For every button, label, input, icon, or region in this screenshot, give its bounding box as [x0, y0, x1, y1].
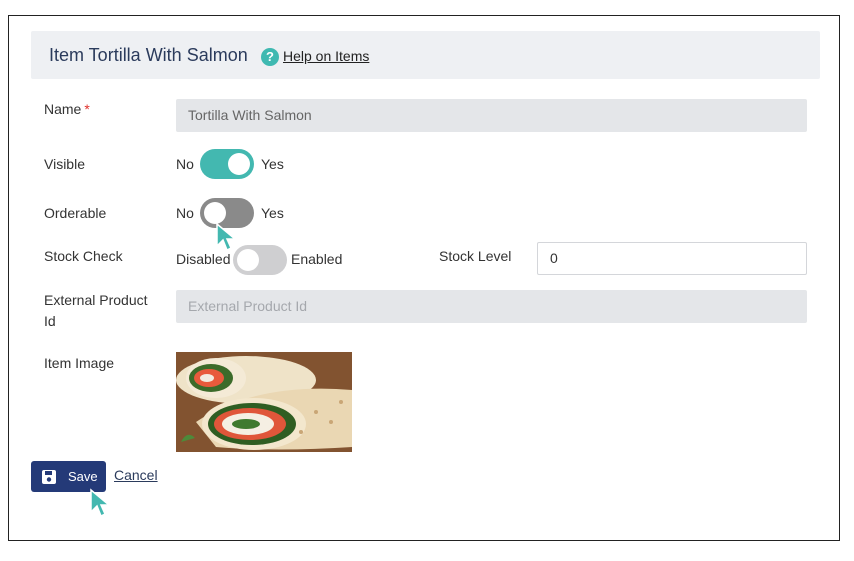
stock-check-on-text: Enabled: [291, 251, 343, 267]
toggle-knob: [228, 153, 250, 175]
name-label: Name *: [44, 101, 90, 117]
tortilla-wrap-photo: [176, 352, 352, 452]
item-image-label: Item Image: [44, 355, 115, 371]
visible-on-text: Yes: [261, 156, 284, 172]
external-product-id-field[interactable]: External Product Id: [176, 290, 807, 323]
item-edit-panel: [8, 15, 840, 541]
toggle-knob: [204, 202, 226, 224]
orderable-off-text: No: [176, 205, 194, 221]
help-on-items-link[interactable]: Help on Items: [283, 48, 369, 64]
name-field[interactable]: Tortilla With Salmon: [176, 99, 807, 132]
name-label-text: Name: [44, 101, 82, 117]
stock-check-toggle[interactable]: [233, 245, 287, 275]
page-header: Item Tortilla With Salmon ? Help on Item…: [31, 31, 820, 79]
mouse-cursor-icon: [90, 488, 112, 518]
cancel-link[interactable]: Cancel: [114, 467, 158, 483]
external-product-id-label: External Product: [44, 292, 148, 308]
page-title: Item Tortilla With Salmon: [49, 45, 248, 65]
stock-check-label: Stock Check: [44, 248, 123, 264]
mouse-cursor-icon: [216, 222, 238, 252]
floppy-disk-icon: [42, 470, 56, 484]
required-asterisk: *: [84, 101, 90, 117]
save-label: Save: [68, 469, 98, 484]
stock-level-label: Stock Level: [439, 248, 512, 264]
visible-off-text: No: [176, 156, 194, 172]
visible-toggle[interactable]: [200, 149, 254, 179]
visible-label: Visible: [44, 156, 85, 172]
stock-level-input[interactable]: 0: [537, 242, 807, 275]
orderable-on-text: Yes: [261, 205, 284, 221]
toggle-knob: [237, 249, 259, 271]
orderable-label: Orderable: [44, 205, 107, 221]
item-image[interactable]: [176, 352, 352, 452]
help-icon[interactable]: ?: [261, 48, 279, 66]
external-product-id-label-line2: Id: [44, 313, 56, 329]
